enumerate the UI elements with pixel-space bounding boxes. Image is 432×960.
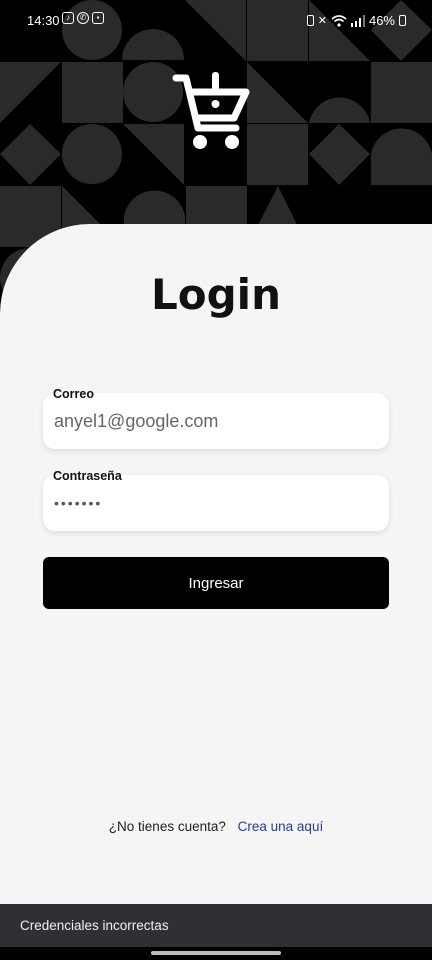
status-time: 14:30 [27, 13, 60, 28]
password-label: Contraseña [53, 469, 122, 483]
login-button-label: Ingresar [188, 574, 244, 592]
system-icons: ✕ 46% [306, 13, 406, 28]
tiktok-icon: ♪ [62, 12, 74, 24]
battery-percent: 46% [368, 13, 395, 28]
snackbar-message: Credenciales incorrectas [20, 918, 169, 933]
cart-alert-icon [172, 72, 250, 149]
wifi-icon [331, 14, 347, 27]
password-field[interactable]: ••••••• [43, 475, 389, 531]
signup-question: ¿No tienes cuenta? [108, 819, 226, 834]
app-notification-icon: ▪ [92, 12, 104, 24]
battery-saver-icon [306, 15, 314, 26]
email-value: anyel1@google.com [54, 411, 219, 431]
notification-icons: ♪ ✆ ▪ [62, 12, 104, 24]
mute-icon: ✕ [317, 15, 327, 27]
signup-link[interactable]: Crea una aquí [238, 819, 324, 834]
error-snackbar: Credenciales incorrectas [0, 904, 432, 947]
signup-row: ¿No tienes cuenta? Crea una aquí [0, 819, 432, 834]
email-field[interactable]: anyel1@google.com [43, 393, 389, 449]
status-bar: 14:30 ♪ ✆ ▪ ✕ 46% [0, 0, 432, 40]
signal-icon [350, 14, 365, 27]
home-gesture-handle[interactable] [151, 951, 281, 955]
password-value: ••••••• [54, 495, 103, 511]
page-title: Login [151, 270, 281, 319]
email-label: Correo [53, 387, 94, 401]
login-button[interactable]: Ingresar [43, 557, 389, 609]
battery-icon [399, 15, 406, 26]
whatsapp-icon: ✆ [77, 12, 89, 24]
